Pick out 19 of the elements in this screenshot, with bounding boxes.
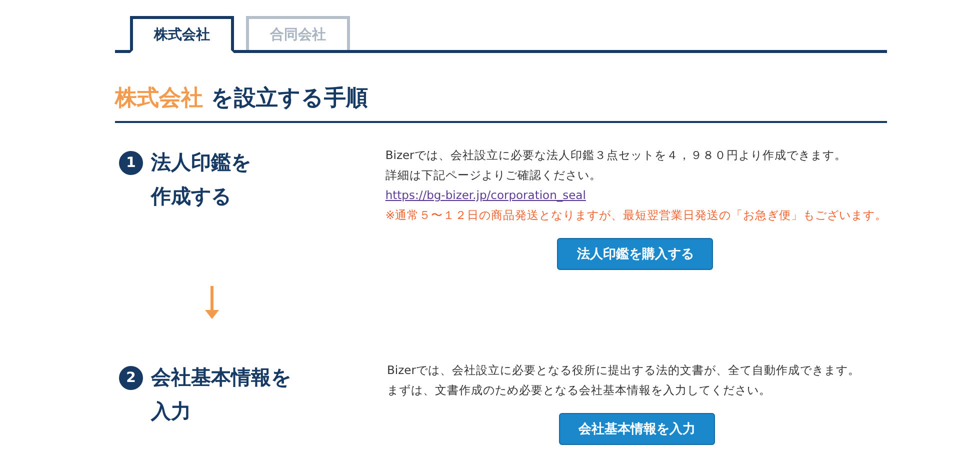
step-title: 作成する bbox=[151, 183, 232, 210]
action-button[interactable]: 法人印鑑を購入する bbox=[557, 238, 714, 270]
description-text: Bizerでは、会社設立に必要となる役所に提出する法的文書が、全て自動作成できます。 bbox=[387, 362, 861, 379]
description-text: まずは、文書作成のため必要となる会社基本情報を入力してください。 bbox=[387, 382, 772, 399]
heading-highlight: 株式会社 bbox=[115, 85, 203, 113]
description-text: 詳細は下記ページよりご確認ください。 bbox=[385, 167, 602, 184]
tab[interactable]: 合同会社 bbox=[246, 16, 350, 50]
step-title: 入力 bbox=[151, 398, 192, 425]
note-text: ※通常５〜１２日の商品発送となりますが、最短翌営業日発送の「お急ぎ便」もございます。 bbox=[385, 207, 887, 224]
step-title: 会社基本情報を bbox=[151, 364, 291, 391]
step-title: 法人印鑑を bbox=[151, 149, 251, 176]
step-number: 2 bbox=[119, 366, 143, 390]
action-button[interactable]: 会社基本情報を入力 bbox=[559, 413, 715, 445]
step-number: 1 bbox=[119, 151, 143, 175]
down-arrow-icon bbox=[205, 286, 219, 320]
heading-text: を設立する手順 bbox=[211, 84, 368, 113]
link[interactable]: https://bg-bizer.jp/corporation_seal bbox=[385, 185, 887, 205]
description-text: Bizerでは、会社設立に必要な法人印鑑３点セットを４，９８０円より作成できます。 bbox=[385, 147, 848, 164]
tab[interactable]: 株式会社 bbox=[130, 16, 234, 53]
